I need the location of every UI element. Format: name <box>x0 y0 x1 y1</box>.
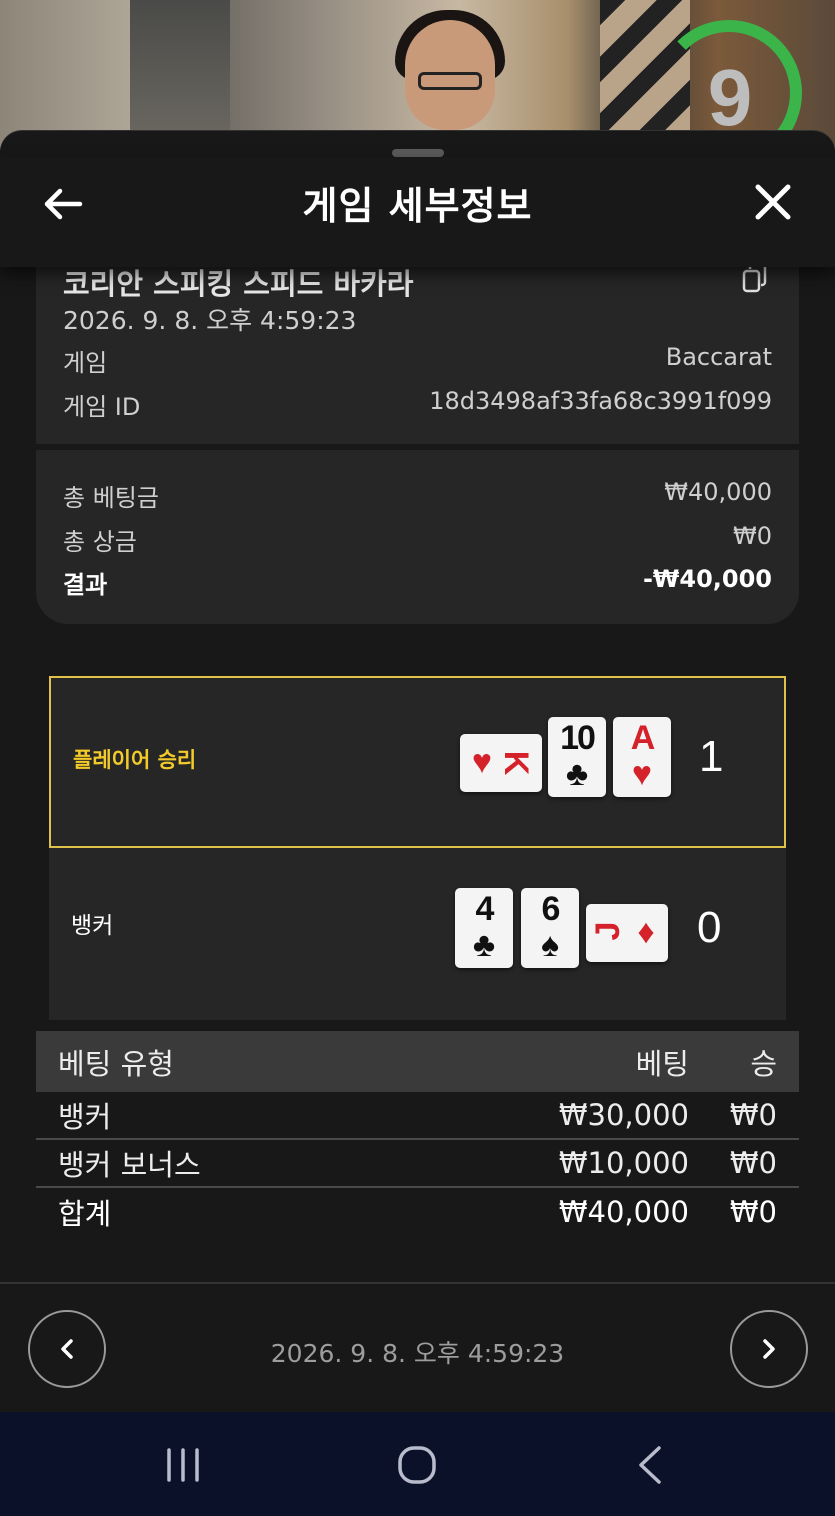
win-amount-cell: ₩0 <box>729 1146 777 1180</box>
card-suit: ♦ <box>637 913 655 951</box>
total-win-cell: ₩0 <box>729 1195 777 1229</box>
game-id-label: 게임 ID <box>63 393 141 421</box>
card-suit: ♣ <box>472 926 496 964</box>
recent-apps-button[interactable] <box>158 1442 208 1488</box>
home-button[interactable] <box>392 1442 442 1488</box>
system-navigation-bar <box>0 1412 835 1516</box>
live-video-background: 9 <box>0 0 835 150</box>
total-bet-label: 총 베팅금 <box>63 484 159 512</box>
bet-table: 베팅 유형 베팅 승 뱅커 ₩30,000 ₩0 뱅커 보너스 ₩10,000 … <box>36 1031 799 1236</box>
result-label: 결과 <box>63 571 108 599</box>
next-round-button[interactable] <box>730 1310 808 1388</box>
player-card-2: 10 ♣ <box>548 717 606 797</box>
game-type-row: 게임 Baccarat <box>63 343 772 378</box>
game-id-value[interactable]: 18d3498af33fa68c3991f099 <box>429 387 772 415</box>
close-icon <box>755 184 791 220</box>
player-card-1: ♥ K <box>460 734 542 792</box>
player-card-3: A ♥ <box>613 717 671 797</box>
page-title: 게임 세부정보 <box>302 184 533 228</box>
player-result-panel: 플레이어 승리 ♥ K 10 ♣ A ♥ 1 <box>49 676 786 848</box>
total-bet-value: ₩40,000 <box>664 478 772 506</box>
card-rank: 10 <box>560 719 596 757</box>
game-name: 코리안 스피킹 스피드 바카라 <box>63 267 414 301</box>
dealer-glasses <box>418 72 482 90</box>
banker-label: 뱅커 <box>71 913 114 939</box>
game-details-sheet: 게임 세부정보 코리안 스피킹 스피드 바카라 2026. 9. 8. 오후 4… <box>0 130 835 1413</box>
column-win: 승 <box>750 1046 777 1081</box>
player-score: 1 <box>699 732 724 781</box>
table-row: 뱅커 보너스 ₩10,000 ₩0 <box>36 1140 799 1188</box>
home-icon <box>398 1446 436 1484</box>
card-suit: ♥ <box>471 743 493 781</box>
round-datetime: 2026. 9. 8. 오후 4:59:23 <box>270 1339 565 1368</box>
player-win-label: 플레이어 승리 <box>73 748 197 772</box>
bet-type-cell: 뱅커 <box>58 1100 112 1134</box>
bet-table-header: 베팅 유형 베팅 승 <box>36 1031 799 1092</box>
banker-card-3: J ♦ <box>586 904 668 962</box>
card-rank: J <box>589 923 627 941</box>
system-back-icon <box>639 1446 661 1484</box>
card-rank: A <box>630 719 656 757</box>
game-info-section: 코리안 스피킹 스피드 바카라 2026. 9. 8. 오후 4:59:23 게… <box>36 241 799 444</box>
sheet-drag-handle[interactable] <box>392 149 444 157</box>
game-id-row: 게임 ID 18d3498af33fa68c3991f099 <box>63 387 772 422</box>
divider <box>36 444 799 450</box>
game-datetime: 2026. 9. 8. 오후 4:59:23 <box>63 306 357 335</box>
bet-amount-cell: ₩30,000 <box>558 1098 689 1132</box>
total-bet-row: 총 베팅금 ₩40,000 <box>63 478 772 513</box>
copy-icon[interactable] <box>740 263 770 295</box>
card-suit: ♣ <box>565 755 589 793</box>
card-rank: K <box>497 750 535 774</box>
game-type-value: Baccarat <box>665 343 772 371</box>
total-win-row: 총 상금 ₩0 <box>63 522 772 557</box>
card-suit: ♥ <box>631 755 653 793</box>
column-bet-type: 베팅 유형 <box>58 1046 174 1081</box>
total-bet-cell: ₩40,000 <box>558 1195 689 1229</box>
banker-card-2: 6 ♠ <box>521 888 579 968</box>
total-win-value: ₩0 <box>733 522 772 550</box>
table-total-row: 합계 ₩40,000 ₩0 <box>36 1188 799 1236</box>
total-label-cell: 합계 <box>58 1197 112 1231</box>
system-back-button[interactable] <box>626 1442 676 1488</box>
banker-result-panel: 뱅커 4 ♣ 6 ♠ J ♦ 0 <box>49 848 786 1020</box>
card-rank: 4 <box>475 890 495 928</box>
card-suit: ♠ <box>540 926 560 964</box>
card-rank: 6 <box>541 890 561 928</box>
video-wall-panel <box>130 0 230 150</box>
total-win-label: 총 상금 <box>63 528 137 556</box>
bet-amount-cell: ₩10,000 <box>558 1146 689 1180</box>
game-type-label: 게임 <box>63 349 108 377</box>
recent-apps-icon <box>167 1448 199 1482</box>
table-row: 뱅커 ₩30,000 ₩0 <box>36 1092 799 1140</box>
bet-type-cell: 뱅커 보너스 <box>58 1148 201 1182</box>
sheet-header: 게임 세부정보 <box>0 157 835 267</box>
banker-score: 0 <box>697 903 722 952</box>
win-amount-cell: ₩0 <box>729 1098 777 1132</box>
result-row: 결과 -₩40,000 <box>63 565 772 600</box>
column-bet: 베팅 <box>635 1046 689 1081</box>
copy-glyph <box>742 263 767 293</box>
close-button[interactable] <box>748 177 798 227</box>
chevron-right-icon <box>763 1339 775 1359</box>
round-navigation: 2026. 9. 8. 오후 4:59:23 <box>0 1282 835 1413</box>
result-value: -₩40,000 <box>642 565 772 593</box>
banker-card-1: 4 ♣ <box>455 888 513 968</box>
game-info-card: 코리안 스피킹 스피드 바카라 2026. 9. 8. 오후 4:59:23 게… <box>36 241 799 624</box>
